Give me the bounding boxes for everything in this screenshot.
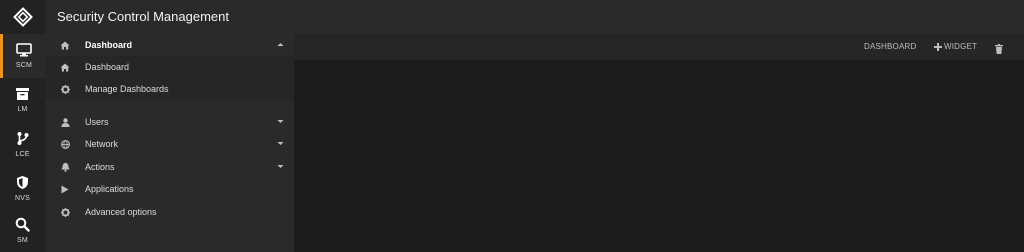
- top-bar: Security Control Management: [45, 0, 1024, 34]
- dashboard-canvas: [294, 60, 1024, 252]
- branch-icon: [17, 131, 28, 145]
- app-rail: SCM LM LCE NVS SM: [0, 0, 45, 252]
- dashboard-button-label: DASHBOARD: [864, 42, 917, 51]
- chevron-down-icon: [277, 165, 284, 168]
- rail-item-scm[interactable]: SCM: [0, 34, 45, 78]
- rail-item-label: SCM: [15, 62, 33, 69]
- nav-subitem-dashboard[interactable]: Dashboard: [45, 56, 294, 78]
- nav-section-dashboard[interactable]: Dashboard: [45, 34, 294, 56]
- home-icon: [60, 63, 70, 71]
- trash-icon: [995, 44, 1003, 54]
- nav-item-users[interactable]: Users: [45, 111, 294, 133]
- rail-item-label: NVS: [15, 194, 30, 202]
- archive-icon: [16, 88, 29, 100]
- app-title: Security Control Management: [57, 9, 229, 24]
- logo[interactable]: [0, 0, 45, 34]
- nav-subitem-label: Dashboard: [85, 62, 130, 72]
- shield-icon: [17, 175, 28, 189]
- nav-subitem-manage-dashboards[interactable]: Manage Dashboards: [45, 78, 294, 100]
- gear-icon: [60, 84, 70, 94]
- nav-item-actions[interactable]: Actions: [45, 156, 294, 178]
- add-widget-label: WIDGET: [944, 42, 978, 51]
- rail-item-lce[interactable]: LCE: [0, 122, 45, 166]
- add-widget-button[interactable]: WIDGET: [934, 42, 977, 51]
- rail-item-label: LM: [17, 106, 28, 113]
- rail-item-label: SM: [17, 236, 28, 244]
- home-icon: [60, 41, 70, 49]
- bell-icon: [61, 162, 69, 172]
- dashboard-button[interactable]: DASHBOARD: [864, 42, 916, 51]
- nav-item-label: Users: [85, 117, 109, 127]
- nav-item-label: Network: [85, 139, 119, 149]
- gear-icon: [60, 207, 70, 217]
- nav-item-label: Applications: [85, 184, 134, 194]
- nav-item-applications[interactable]: Applications: [45, 178, 294, 200]
- nav-subitem-label: Manage Dashboards: [85, 84, 169, 94]
- rail-item-sm[interactable]: SM: [0, 208, 45, 252]
- rail-item-nvs[interactable]: NVS: [0, 166, 45, 210]
- dashboard-toolbar: DASHBOARD WIDGET: [294, 34, 1024, 60]
- rail-item-label: LCE: [15, 150, 30, 158]
- globe-icon: [60, 139, 70, 149]
- nav-section-label: Dashboard: [85, 40, 133, 50]
- play-icon: [61, 185, 69, 193]
- nav-item-label: Advanced options: [85, 207, 157, 217]
- nav-panel: Dashboard Dashboard Manage Dashboards Us…: [45, 34, 294, 252]
- rail-item-lm[interactable]: LM: [0, 78, 45, 122]
- chevron-up-icon: [277, 43, 284, 46]
- nav-item-label: Actions: [85, 162, 115, 172]
- nav-subitems: Dashboard Manage Dashboards: [45, 56, 294, 100]
- delete-button[interactable]: [995, 41, 1003, 59]
- plus-icon: [934, 42, 942, 51]
- search-icon: [15, 217, 30, 232]
- user-icon: [61, 117, 69, 127]
- chevron-down-icon: [277, 120, 284, 123]
- monitor-icon: [16, 43, 32, 57]
- chevron-down-icon: [277, 142, 284, 145]
- nav-item-advanced-options[interactable]: Advanced options: [45, 201, 294, 223]
- nav-item-network[interactable]: Network: [45, 133, 294, 155]
- logo-icon: [12, 7, 33, 27]
